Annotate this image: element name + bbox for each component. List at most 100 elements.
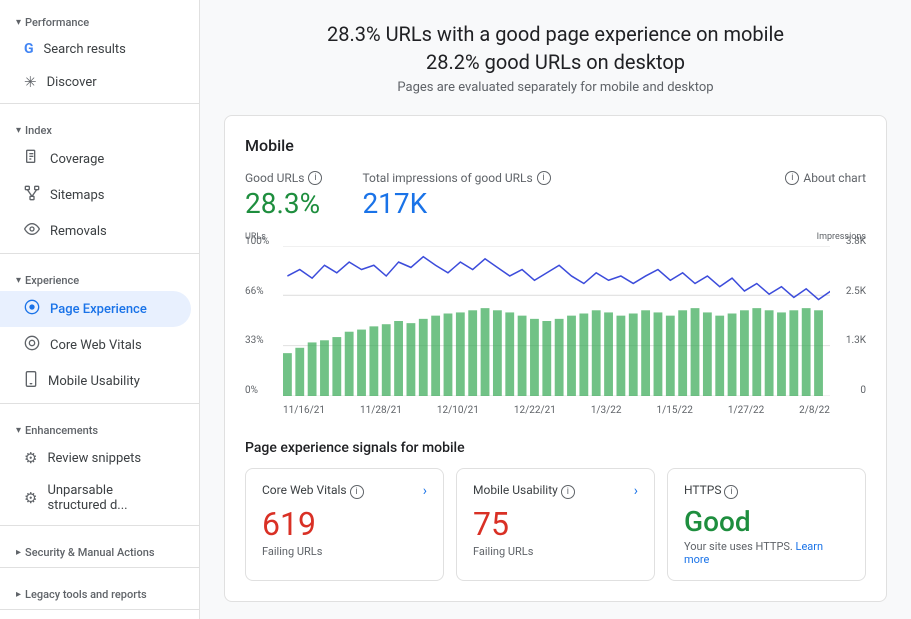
chevron-right-icon: ›	[423, 483, 427, 499]
page-title: 28.3% URLs with a good page experience o…	[224, 20, 887, 76]
sidebar-item-label: Removals	[50, 224, 107, 239]
core-web-vitals-icon	[24, 335, 40, 355]
sidebar-item-unparsable[interactable]: ⚙ Unparsable structured d...	[0, 475, 191, 521]
divider	[0, 103, 199, 104]
chart-container: URLs Impressions 100% 66% 33% 0% 3.8K 2.…	[245, 236, 866, 416]
sidebar: ▾ Performance G Search results ✳ Discove…	[0, 0, 200, 619]
sidebar-section-security-label: Security & Manual Actions	[25, 546, 154, 559]
sidebar-section-index-label: Index	[25, 124, 52, 137]
collapse-arrow-index: ▾	[16, 125, 21, 136]
sidebar-item-review-snippets[interactable]: ⚙ Review snippets	[0, 441, 191, 475]
divider	[0, 403, 199, 404]
chart-svg	[283, 246, 830, 396]
y-labels-left: 100% 66% 33% 0%	[245, 236, 281, 396]
sidebar-item-page-experience[interactable]: Page Experience	[0, 291, 191, 327]
signal-card-mobile-usability[interactable]: Mobile Usability i › 75 Failing URLs	[456, 468, 655, 581]
divider	[0, 567, 199, 568]
good-urls-info-icon[interactable]: i	[308, 171, 322, 185]
y-labels-right: 3.8K 2.5K 1.3K 0	[836, 236, 866, 396]
mobile-icon	[24, 371, 38, 391]
sidebar-section-legacy-label: Legacy tools and reports	[25, 588, 147, 601]
signal-card-core-web-vitals[interactable]: Core Web Vitals i › 619 Failing URLs	[245, 468, 444, 581]
mu-info-icon[interactable]: i	[561, 485, 575, 499]
sidebar-item-removals[interactable]: Removals	[0, 213, 191, 249]
mu-value: 75	[473, 505, 638, 543]
review-snippets-icon: ⚙	[24, 449, 37, 467]
signal-card-https: HTTPS i Good Your site uses HTTPS. Learn…	[667, 468, 866, 581]
signals-grid: Core Web Vitals i › 619 Failing URLs Mob…	[245, 468, 866, 581]
unparsable-icon: ⚙	[24, 489, 37, 507]
learn-more-link[interactable]: Learn more	[684, 540, 823, 566]
sidebar-item-label: Coverage	[50, 152, 104, 167]
signals-section: Page experience signals for mobile Core …	[245, 440, 866, 581]
main-content: 28.3% URLs with a good page experience o…	[200, 0, 911, 619]
sidebar-section-performance-label: Performance	[25, 16, 89, 29]
good-urls-value: 28.3%	[245, 187, 322, 220]
sidebar-item-search-results[interactable]: G Search results	[0, 33, 191, 65]
x-labels: 11/16/21 11/28/21 12/10/21 12/22/21 1/3/…	[283, 405, 830, 416]
signal-card-header: Mobile Usability i ›	[473, 483, 638, 499]
sidebar-section-experience[interactable]: ▾ Experience	[0, 258, 199, 291]
good-urls-label: Good URLs i	[245, 171, 322, 185]
https-value: Good	[684, 505, 849, 538]
page-experience-icon	[24, 299, 40, 319]
collapse-arrow-enhancements: ▾	[16, 425, 21, 436]
sidebar-section-legacy[interactable]: ▸ Legacy tools and reports	[0, 572, 199, 605]
mobile-card-title: Mobile	[245, 136, 866, 155]
cwv-info-icon[interactable]: i	[350, 485, 364, 499]
about-chart-link[interactable]: i About chart	[785, 171, 866, 185]
cwv-value: 619	[262, 505, 427, 543]
sidebar-section-experience-label: Experience	[25, 274, 79, 287]
collapse-arrow-security: ▸	[16, 547, 21, 558]
signal-card-header: Core Web Vitals i ›	[262, 483, 427, 499]
impressions-label: Total impressions of good URLs i	[362, 171, 550, 185]
mu-sublabel: Failing URLs	[473, 545, 638, 558]
sidebar-section-index[interactable]: ▾ Index	[0, 108, 199, 141]
divider	[0, 609, 199, 610]
sidebar-section-security[interactable]: ▸ Security & Manual Actions	[0, 530, 199, 563]
sidebar-item-mobile-usability[interactable]: Mobile Usability	[0, 363, 191, 399]
metrics-row: Good URLs i 28.3% Total impressions of g…	[245, 171, 866, 220]
mobile-card: Mobile Good URLs i 28.3% Total impressio…	[224, 115, 887, 602]
divider	[0, 253, 199, 254]
sidebar-item-label: Sitemaps	[50, 188, 105, 203]
sidebar-item-label: Page Experience	[50, 302, 147, 317]
impressions-metric: Total impressions of good URLs i 217K	[362, 171, 550, 220]
sidebar-item-label: Mobile Usability	[48, 374, 140, 389]
signal-label: HTTPS i	[684, 483, 738, 499]
sidebar-item-sitemaps[interactable]: Sitemaps	[0, 177, 191, 213]
about-chart-info-icon: i	[785, 171, 799, 185]
sidebar-section-performance[interactable]: ▾ Performance	[0, 0, 199, 33]
sidebar-item-links[interactable]: Links	[0, 614, 191, 619]
sidebar-item-label: Core Web Vitals	[50, 338, 142, 353]
sidebar-item-label: Review snippets	[47, 451, 141, 466]
sidebar-item-label: Unparsable structured d...	[47, 483, 175, 513]
sidebar-item-label: Discover	[47, 75, 97, 90]
signal-label: Core Web Vitals i	[262, 483, 364, 499]
good-urls-metric: Good URLs i 28.3%	[245, 171, 322, 220]
page-header: 28.3% URLs with a good page experience o…	[224, 20, 887, 95]
sidebar-item-coverage[interactable]: Coverage	[0, 141, 191, 177]
https-info-icon[interactable]: i	[724, 485, 738, 499]
sidebar-item-core-web-vitals[interactable]: Core Web Vitals	[0, 327, 191, 363]
impressions-info-icon[interactable]: i	[537, 171, 551, 185]
signals-title: Page experience signals for mobile	[245, 440, 866, 456]
discover-icon: ✳	[24, 73, 37, 91]
doc-icon	[24, 149, 40, 169]
page-subtitle: Pages are evaluated separately for mobil…	[224, 80, 887, 95]
divider	[0, 525, 199, 526]
sidebar-item-discover[interactable]: ✳ Discover	[0, 65, 191, 99]
google-icon: G	[24, 41, 34, 57]
sitemap-icon	[24, 185, 40, 205]
collapse-arrow-legacy: ▸	[16, 589, 21, 600]
sidebar-section-enhancements-label: Enhancements	[25, 424, 98, 437]
impressions-value: 217K	[362, 187, 550, 220]
signal-card-header: HTTPS i	[684, 483, 849, 499]
collapse-arrow-experience: ▾	[16, 275, 21, 286]
sidebar-item-label: Search results	[44, 42, 126, 57]
chevron-right-icon: ›	[634, 483, 638, 499]
https-desc: Your site uses HTTPS. Learn more	[684, 540, 849, 566]
collapse-arrow-performance: ▾	[16, 17, 21, 28]
sidebar-section-enhancements[interactable]: ▾ Enhancements	[0, 408, 199, 441]
signal-label: Mobile Usability i	[473, 483, 575, 499]
